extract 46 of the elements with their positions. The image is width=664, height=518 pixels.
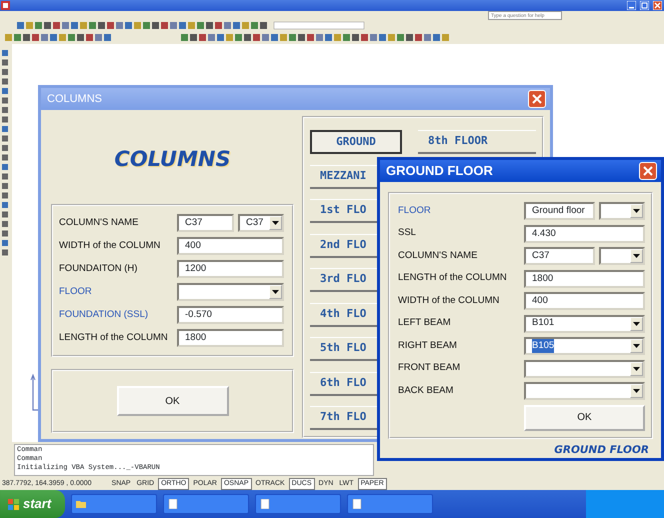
taskbar-button[interactable]: [71, 494, 158, 514]
taskbar-button[interactable]: [163, 494, 250, 514]
field-label: FLOOR: [59, 284, 93, 299]
close-button[interactable]: [639, 162, 657, 180]
field-label: FOUNDATION (SSL): [59, 308, 150, 322]
dialog-footer-title: GROUND FLOOR: [554, 442, 649, 458]
caret-icon: [272, 221, 279, 225]
start-button[interactable]: start: [0, 490, 66, 518]
dropdown[interactable]: [599, 202, 645, 220]
caret-icon: [633, 209, 640, 213]
caret-icon: [633, 366, 640, 370]
windows-flag-icon: [8, 498, 19, 510]
ok-button[interactable]: OK: [524, 404, 645, 430]
maximize-icon[interactable]: [640, 1, 649, 10]
close-icon[interactable]: [653, 1, 662, 10]
field-label: LENGTH of the COLUMN: [59, 330, 169, 345]
document-icon: [260, 499, 270, 509]
caret-icon: [272, 290, 279, 294]
dialog-heading: COLUMNS: [114, 146, 231, 174]
app-icon: [0, 0, 11, 11]
caret-icon: [633, 322, 640, 326]
folder-icon: [76, 499, 86, 509]
text-field[interactable]: Ground floor: [524, 202, 595, 220]
field-label: WIDTH of the COLUMN: [59, 238, 162, 253]
caret-icon: [633, 344, 640, 348]
close-icon: [643, 166, 653, 176]
text-field[interactable]: 400: [524, 292, 645, 310]
minimize-icon[interactable]: [627, 1, 636, 10]
taskbar-button[interactable]: [255, 494, 342, 514]
text-field[interactable]: C37: [524, 247, 595, 265]
document-icon: [168, 499, 178, 509]
caret-icon: [633, 254, 640, 258]
dropdown[interactable]: [524, 382, 645, 400]
text-field[interactable]: 1800: [524, 270, 645, 288]
close-icon: [532, 94, 542, 104]
taskbar-button[interactable]: [347, 494, 434, 514]
dropdown[interactable]: [524, 360, 645, 378]
field-label: COLUMN'S NAME: [59, 216, 140, 230]
dialog-title: COLUMNS: [47, 92, 102, 107]
dropdown[interactable]: [599, 247, 645, 265]
text-field[interactable]: 4.430: [524, 224, 645, 242]
ucs-axes-icon: [30, 372, 38, 411]
field-label: FOUNDAITON (H): [59, 262, 138, 276]
dropdown[interactable]: B105: [524, 337, 645, 355]
caret-icon: [633, 389, 640, 393]
dropdown[interactable]: B101: [524, 314, 645, 332]
